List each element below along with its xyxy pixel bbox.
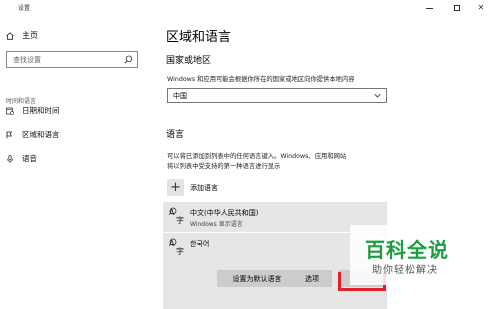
language-description-line: 将以列表中受支持的第一种语言进行显示: [167, 162, 281, 170]
country-description: Windows 和应用可能会根据你所在的国家或地区向你提供本地内容: [167, 76, 355, 83]
options-button[interactable]: 选项: [292, 270, 332, 287]
sidebar-item-label: 区域和语言: [22, 130, 60, 139]
title-bar: 设置 ✕: [0, 0, 500, 16]
language-description-line: 可以将已添加到列表中的任何语言键入。Windows、应用和网站: [167, 153, 347, 160]
country-heading: 国家或地区: [166, 56, 212, 66]
page-title: 区域和语言: [166, 30, 232, 45]
close-button[interactable]: ✕: [470, 0, 492, 16]
close-icon: ✕: [477, 3, 485, 12]
window-title: 设置: [18, 5, 31, 12]
nav-home-label: 主页: [22, 31, 38, 40]
svg-text:A: A: [169, 208, 175, 217]
search-icon: [124, 55, 133, 64]
minimize-button[interactable]: [418, 0, 440, 16]
plus-icon: +: [167, 179, 184, 196]
country-selected-value: 中国: [173, 92, 187, 100]
calendar-clock-icon: [6, 107, 14, 115]
add-language-label: 添加语言: [190, 183, 218, 192]
chevron-down-icon: [374, 93, 381, 98]
settings-window: 设置 ✕ 主页 查找设置 时间和语言 日期和时间 区域和语言 语音 区域和语言 …: [0, 0, 500, 309]
sidebar-section-label: 时间和语言: [6, 98, 37, 105]
search-placeholder: 查找设置: [13, 56, 41, 64]
sidebar: 主页 查找设置 时间和语言 日期和时间 区域和语言 语音: [0, 16, 150, 309]
sidebar-item-date-time[interactable]: 日期和时间: [6, 105, 60, 116]
sidebar-item-label: 日期和时间: [22, 106, 60, 115]
add-language-button[interactable]: + 添加语言: [167, 179, 218, 196]
svg-text:字: 字: [176, 246, 184, 256]
sidebar-item-label: 语音: [22, 154, 37, 163]
nav-home[interactable]: 主页: [6, 30, 38, 41]
minimize-icon: [425, 7, 433, 9]
language-subtitle: Windows 显示语言: [190, 221, 243, 228]
language-glyph-icon: A 字: [169, 238, 184, 256]
watermark-title: 百科全说: [365, 238, 449, 262]
svg-text:A: A: [169, 239, 175, 248]
maximize-button[interactable]: [446, 0, 468, 16]
search-input[interactable]: 查找设置: [6, 51, 138, 68]
home-icon: [6, 31, 14, 40]
set-default-language-button[interactable]: 设置为默认语言: [217, 270, 297, 287]
watermark-subtitle: 助你轻松解决: [372, 265, 438, 276]
maximize-icon: [454, 5, 460, 11]
region-language-icon: [6, 131, 13, 138]
microphone-icon: [7, 154, 13, 163]
watermark: 百科全说 助你轻松解决: [350, 225, 500, 285]
sidebar-item-speech[interactable]: 语音: [6, 153, 37, 164]
language-heading: 语言: [166, 130, 185, 140]
language-name: 한국어: [190, 240, 210, 248]
country-dropdown[interactable]: 中国: [167, 88, 387, 103]
language-name: 中文(中华人民共和国): [190, 209, 259, 217]
language-glyph-icon: A 字: [169, 207, 184, 225]
language-description: 可以将已添加到列表中的任何语言键入。Windows、应用和网站 将以列表中受支持…: [167, 152, 346, 171]
svg-text:字: 字: [176, 215, 184, 225]
sidebar-item-region-language[interactable]: 区域和语言: [6, 129, 60, 140]
